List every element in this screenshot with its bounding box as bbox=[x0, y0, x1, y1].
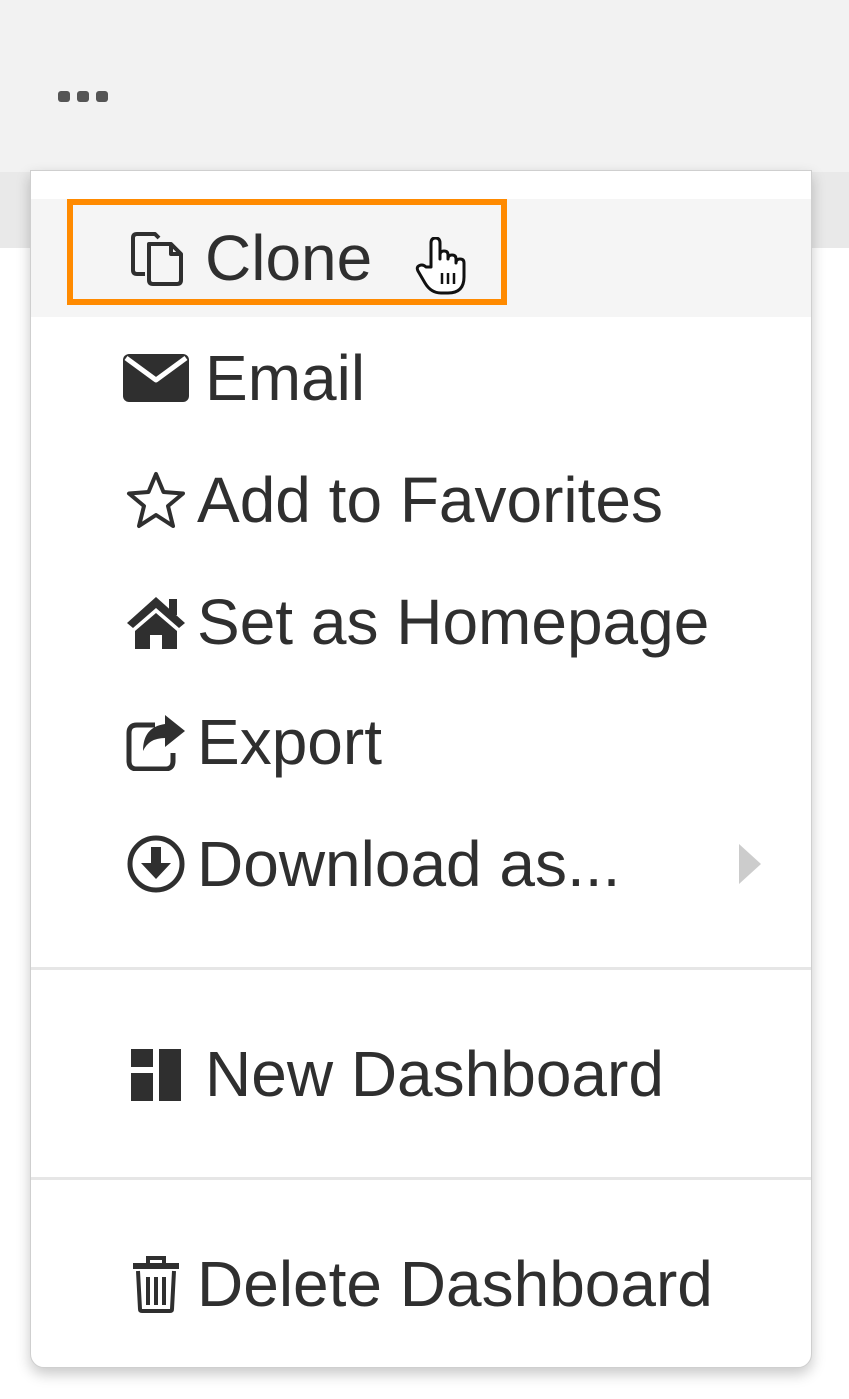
hand-pointer-cursor-icon bbox=[415, 237, 466, 295]
menu-item-label: Export bbox=[197, 706, 382, 778]
menu-item-add-to-favorites[interactable]: Add to Favorites bbox=[31, 441, 811, 559]
menu-item-set-as-homepage[interactable]: Set as Homepage bbox=[31, 563, 811, 681]
background-panel bbox=[810, 172, 849, 248]
home-icon bbox=[123, 592, 189, 652]
download-circle-icon bbox=[123, 834, 189, 894]
menu-item-label: New Dashboard bbox=[205, 1038, 664, 1110]
dashboard-icon bbox=[123, 1044, 189, 1104]
more-options-button[interactable] bbox=[46, 72, 122, 120]
chevron-right-icon bbox=[739, 844, 761, 884]
dashboard-actions-menu: Clone Email Add to Favorites Set as Home… bbox=[30, 170, 812, 1368]
menu-item-label: Download as... bbox=[197, 828, 621, 900]
menu-divider bbox=[31, 967, 811, 970]
menu-item-label: Set as Homepage bbox=[197, 586, 710, 658]
dashboard-toolbar bbox=[0, 0, 849, 172]
menu-item-delete-dashboard[interactable]: Delete Dashboard bbox=[31, 1225, 811, 1343]
trash-icon bbox=[123, 1254, 189, 1314]
menu-item-label: Email bbox=[205, 342, 366, 414]
menu-item-label: Delete Dashboard bbox=[197, 1248, 713, 1320]
menu-item-download-as[interactable]: Download as... bbox=[31, 805, 811, 923]
menu-item-email[interactable]: Email bbox=[31, 319, 811, 437]
menu-item-label: Clone bbox=[205, 222, 373, 294]
background-panel bbox=[0, 172, 34, 248]
clone-icon bbox=[123, 228, 189, 288]
menu-item-export[interactable]: Export bbox=[31, 683, 811, 801]
envelope-icon bbox=[123, 348, 189, 408]
star-outline-icon bbox=[123, 470, 189, 530]
ellipsis-icon bbox=[58, 91, 108, 102]
share-export-icon bbox=[123, 712, 189, 772]
menu-divider bbox=[31, 1177, 811, 1180]
menu-item-label: Add to Favorites bbox=[197, 464, 663, 536]
menu-item-new-dashboard[interactable]: New Dashboard bbox=[31, 1015, 811, 1133]
